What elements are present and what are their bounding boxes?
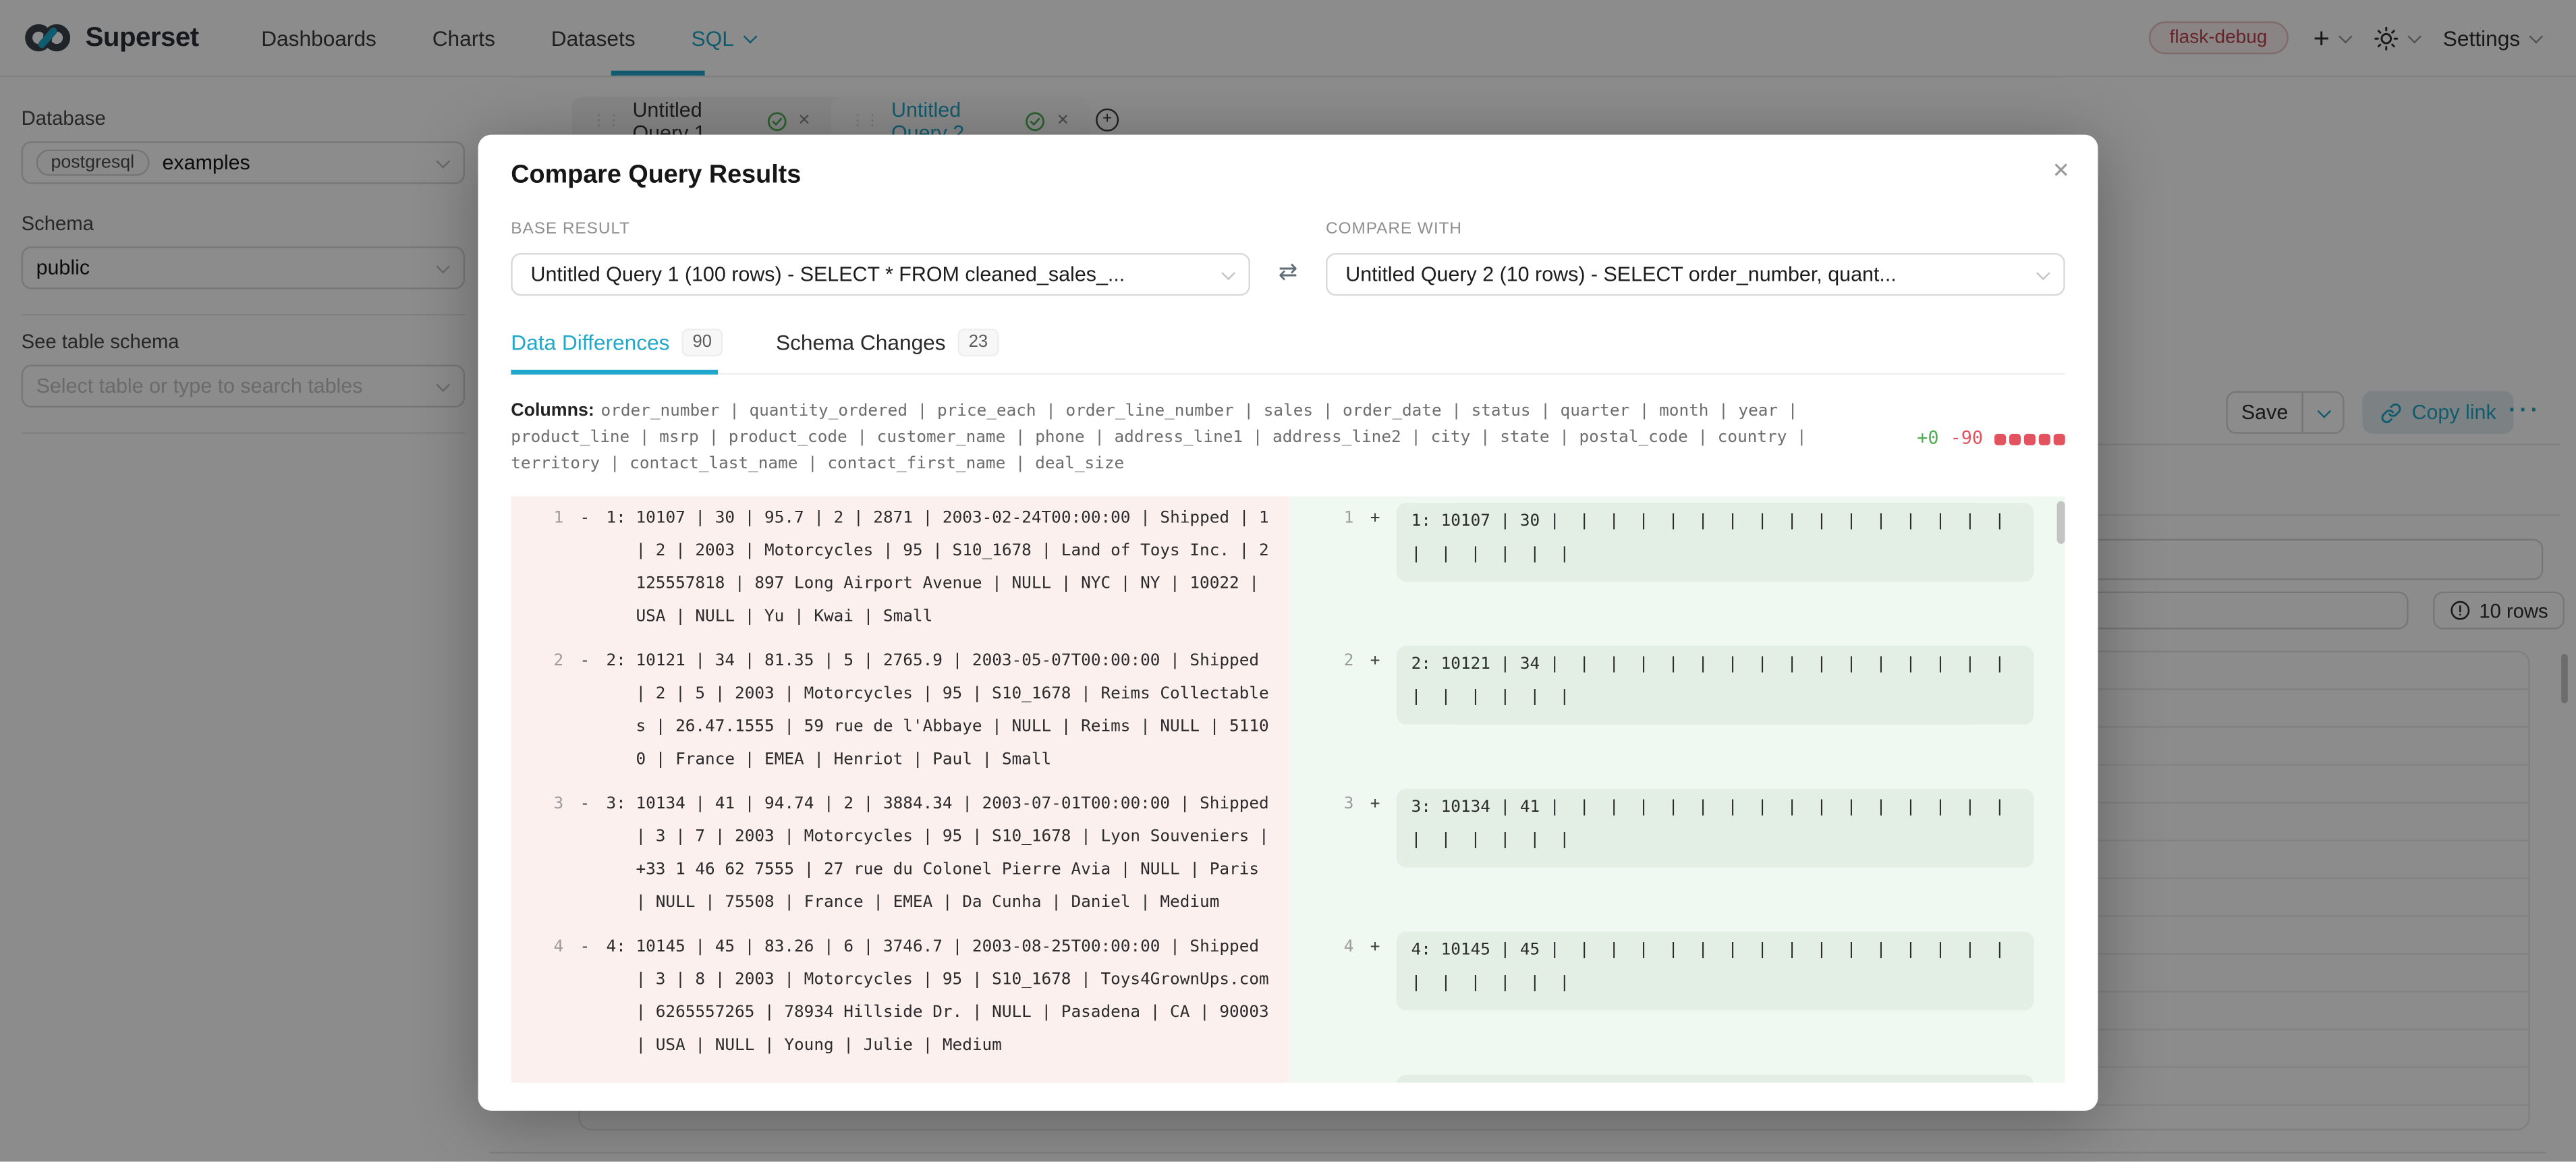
line-number: 2 xyxy=(1289,646,1353,679)
removed-sign: - xyxy=(563,503,606,536)
diff-pane-removed: 1 - 1: 10107 | 30 | 95.7 | 2 | 2871 | 20… xyxy=(511,496,1289,1082)
tab-schema-changes-label: Schema Changes xyxy=(776,330,946,355)
base-result-value: Untitled Query 1 (100 rows) - SELECT * F… xyxy=(530,263,1125,286)
columns-list: order_number | quantity_ordered | price_… xyxy=(511,403,1806,474)
line-number: 2 xyxy=(511,646,563,679)
added-count: +0 xyxy=(1917,426,1938,452)
diff-pane-added: 1 + 1: 10107 | 30 | | | | | | | | | | | … xyxy=(1289,496,2065,1082)
added-sign: + xyxy=(1353,932,1396,965)
modal-tabs: Data Differences 90 Schema Changes 23 xyxy=(511,329,2065,375)
diff-ratio-blocks-icon xyxy=(1994,433,2065,445)
compare-with-label: COMPARE WITH xyxy=(1326,220,2065,238)
diff-removed-row: 3 - 3: 10134 | 41 | 94.74 | 2 | 3884.34 … xyxy=(511,789,1289,920)
removed-row-text: 4: 10145 | 45 | 83.26 | 6 | 3746.7 | 200… xyxy=(606,932,1270,1063)
removed-row-text: 1: 10107 | 30 | 95.7 | 2 | 2871 | 2003-0… xyxy=(606,503,1270,634)
line-number: 4 xyxy=(511,932,563,965)
line-number: 3 xyxy=(1289,789,1353,822)
tab-data-differences-label: Data Differences xyxy=(511,330,669,355)
compare-with-value: Untitled Query 2 (10 rows) - SELECT orde… xyxy=(1345,263,1897,286)
removed-count: -90 xyxy=(1951,426,1983,452)
columns-label: Columns: xyxy=(511,401,594,420)
diff-added-row: 4 + 4: 10145 | 45 | | | | | | | | | | | … xyxy=(1289,932,2065,1063)
data-differences-count-badge: 90 xyxy=(681,329,724,356)
compare-query-results-modal: ✕ Compare Query Results BASE RESULT Unti… xyxy=(478,135,2098,1111)
diff-added-row: 2 + 2: 10121 | 34 | | | | | | | | | | | … xyxy=(1289,646,2065,777)
removed-row-text: 3: 10134 | 41 | 94.74 | 2 | 3884.34 | 20… xyxy=(606,789,1270,920)
diff-added-row: 3 + 3: 10134 | 41 | | | | | | | | | | | … xyxy=(1289,789,2065,920)
tab-data-differences[interactable]: Data Differences 90 xyxy=(511,329,723,373)
added-row-text: 1: 10107 | 30 | | | | | | | | | | | | | … xyxy=(1397,503,2034,582)
swap-queries-button[interactable]: ⇄ xyxy=(1250,258,1326,296)
added-row-text: 4: 10145 | 45 | | | | | | | | | | | | | … xyxy=(1397,932,2034,1011)
schema-changes-count-badge: 23 xyxy=(957,329,1000,356)
diff-added-row: 1 + 1: 10107 | 30 | | | | | | | | | | | … xyxy=(1289,503,2065,634)
diff-removed-row: 1 - 1: 10107 | 30 | 95.7 | 2 | 2871 | 20… xyxy=(511,503,1289,634)
superset-sql-lab: Superset Dashboards Charts Datasets SQL … xyxy=(0,0,2576,1162)
modal-title: Compare Query Results xyxy=(511,161,2065,191)
added-sign: + xyxy=(1353,503,1396,536)
removed-sign: - xyxy=(563,932,606,965)
base-result-select[interactable]: Untitled Query 1 (100 rows) - SELECT * F… xyxy=(511,253,1250,296)
removed-row-text: 2: 10121 | 34 | 81.35 | 5 | 2765.9 | 200… xyxy=(606,646,1270,777)
query-selectors: BASE RESULT Untitled Query 1 (100 rows) … xyxy=(511,220,2065,296)
line-number: 1 xyxy=(1289,503,1353,536)
compare-with-field: COMPARE WITH Untitled Query 2 (10 rows) … xyxy=(1326,220,2065,296)
chevron-down-icon xyxy=(1221,267,1235,281)
base-result-label: BASE RESULT xyxy=(511,220,1250,238)
added-row-partial xyxy=(1397,1074,2034,1082)
added-sign: + xyxy=(1353,789,1396,822)
swap-arrows-icon: ⇄ xyxy=(1279,258,1298,285)
line-number: 3 xyxy=(511,789,563,822)
diff-added-row-partial xyxy=(1289,1074,2065,1082)
line-number: 1 xyxy=(511,503,563,536)
columns-summary: Columns:order_number | quantity_ordered … xyxy=(511,397,2065,478)
removed-sign: - xyxy=(563,646,606,679)
diff-view: 1 - 1: 10107 | 30 | 95.7 | 2 | 2871 | 20… xyxy=(511,496,2065,1082)
base-result-field: BASE RESULT Untitled Query 1 (100 rows) … xyxy=(511,220,1250,296)
diff-removed-row: 4 - 4: 10145 | 45 | 83.26 | 6 | 3746.7 |… xyxy=(511,932,1289,1063)
added-row-text: 3: 10134 | 41 | | | | | | | | | | | | | … xyxy=(1397,789,2034,868)
diff-removed-row: 2 - 2: 10121 | 34 | 81.35 | 5 | 2765.9 |… xyxy=(511,646,1289,777)
tab-schema-changes[interactable]: Schema Changes 23 xyxy=(776,329,999,373)
close-modal-icon[interactable]: ✕ xyxy=(2052,159,2070,181)
removed-sign: - xyxy=(563,789,606,822)
active-tab-underline xyxy=(511,370,718,375)
diff-counts: +0 -90 xyxy=(1917,426,2065,452)
added-row-text: 2: 10121 | 34 | | | | | | | | | | | | | … xyxy=(1397,646,2034,725)
chevron-down-icon xyxy=(2036,267,2050,281)
added-sign: + xyxy=(1353,646,1396,679)
line-number: 4 xyxy=(1289,932,1353,965)
diff-scrollbar-thumb[interactable] xyxy=(2057,501,2065,544)
compare-with-select[interactable]: Untitled Query 2 (10 rows) - SELECT orde… xyxy=(1326,253,2065,296)
